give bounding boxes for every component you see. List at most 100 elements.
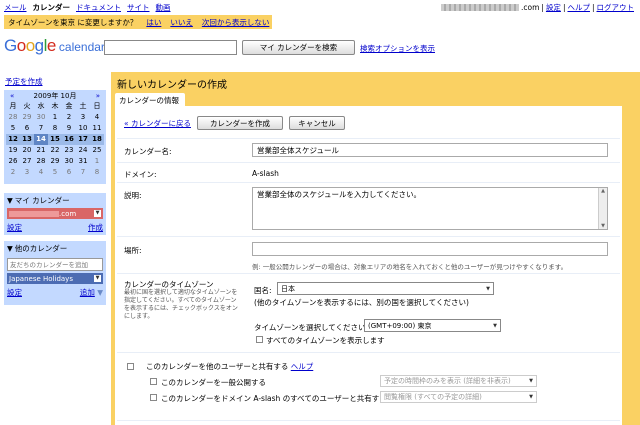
show-all-timezones-checkbox[interactable]	[256, 336, 263, 343]
description-scrollbar[interactable]: ▲ ▼	[598, 188, 607, 229]
day-cell[interactable]: 13	[20, 134, 34, 145]
day-cell[interactable]: 25	[90, 145, 104, 156]
nav-sites[interactable]: サイト	[127, 2, 150, 13]
timezone-yes-link[interactable]: はい	[146, 17, 161, 28]
description-textarea[interactable]: 営業部全体のスケジュールを入力してください。	[252, 187, 608, 230]
settings-link[interactable]: 設定	[546, 2, 561, 13]
my-calendars-header[interactable]: ▼ マイ カレンダー	[4, 193, 106, 208]
scroll-down-icon[interactable]: ▼	[601, 223, 605, 229]
day-cell[interactable]: 21	[34, 145, 48, 156]
day-cell[interactable]: 11	[90, 123, 104, 134]
day-cell[interactable]: 9	[62, 123, 76, 134]
day-cell[interactable]: 20	[20, 145, 34, 156]
my-calendars-panel: ▼ マイ カレンダー .com ▼ 設定 作成	[4, 193, 106, 235]
cancel-button[interactable]: キャンセル	[288, 116, 345, 130]
domain-share-checkbox[interactable]	[150, 394, 157, 401]
day-cell[interactable]: 4	[34, 167, 48, 178]
day-cell[interactable]: 3	[76, 112, 90, 123]
domain-permission-select[interactable]: 閲覧権限 (すべての予定の詳細) ▼	[380, 391, 537, 403]
day-cell[interactable]: 5	[48, 167, 62, 178]
share-help-link[interactable]: ヘルプ	[291, 362, 314, 371]
prev-month-button[interactable]: «	[10, 92, 14, 100]
timezone-select[interactable]: (GMT+09:00) 東京 ▼	[364, 319, 501, 332]
day-cell[interactable]: 19	[6, 145, 20, 156]
other-calendars-header[interactable]: ▼ 他のカレンダー	[4, 241, 106, 256]
chevron-down-icon[interactable]: ▼	[97, 288, 103, 297]
calendar-entry-name: .com	[9, 210, 76, 218]
minical-grid: 月火水木金土日 28 29 30 1 2 3 4 5 6 7 8 9 10 11 12 13 14 15 16 17 18…	[4, 101, 106, 178]
day-cell[interactable]: 29	[20, 112, 34, 123]
back-to-calendar-link[interactable]: « カレンダーに戻る	[124, 118, 191, 129]
day-cell[interactable]: 15	[48, 134, 62, 145]
my-calendars-settings-link[interactable]: 設定	[7, 222, 22, 233]
public-visibility-select[interactable]: 予定の時間枠のみを表示 (詳細を非表示) ▼	[380, 375, 537, 387]
day-cell[interactable]: 27	[20, 156, 34, 167]
chevron-down-icon[interactable]: ▼	[94, 210, 101, 217]
scroll-up-icon[interactable]: ▲	[601, 188, 605, 194]
day-cell[interactable]: 2	[62, 112, 76, 123]
calendar-name-input[interactable]: 営業部全体スケジュール	[252, 143, 608, 157]
timezone-no-link[interactable]: いいえ	[170, 17, 193, 28]
location-label: 場所:	[124, 246, 142, 255]
day-cell[interactable]: 18	[90, 134, 104, 145]
help-link[interactable]: ヘルプ	[567, 2, 590, 13]
day-cell[interactable]: 8	[90, 167, 104, 178]
day-cell[interactable]: 12	[6, 134, 20, 145]
search-options-link[interactable]: 検索オプションを表示	[360, 43, 435, 54]
day-cell[interactable]: 30	[62, 156, 76, 167]
day-cell[interactable]: 28	[6, 112, 20, 123]
other-calendars-settings-link[interactable]: 設定	[7, 287, 22, 298]
next-month-button[interactable]: »	[96, 92, 100, 100]
day-cell[interactable]: 6	[62, 167, 76, 178]
day-cell[interactable]: 16	[62, 134, 76, 145]
my-calendar-entry[interactable]: .com ▼	[7, 208, 103, 219]
logo-letter: o	[25, 36, 35, 55]
separator: |	[541, 3, 544, 12]
day-cell[interactable]: 5	[6, 123, 20, 134]
create-event-link[interactable]: 予定を作成	[5, 76, 43, 87]
timezone-never-link[interactable]: 次回から表示しない	[202, 17, 270, 28]
day-cell[interactable]: 10	[76, 123, 90, 134]
timezone-select-value: (GMT+09:00) 東京	[368, 321, 432, 330]
day-cell[interactable]: 1	[90, 156, 104, 167]
day-cell[interactable]: 30	[34, 112, 48, 123]
nav-mail[interactable]: メール	[4, 2, 27, 13]
day-cell[interactable]: 24	[76, 145, 90, 156]
day-cell[interactable]: 29	[48, 156, 62, 167]
other-calendars-add-link[interactable]: 追加	[80, 288, 95, 297]
day-cell[interactable]: 8	[48, 123, 62, 134]
day-cell[interactable]: 17	[76, 134, 90, 145]
search-button[interactable]: マイ カレンダーを検索	[242, 40, 355, 55]
day-cell[interactable]: 4	[90, 112, 104, 123]
google-calendar-logo[interactable]: Google calendar	[4, 36, 105, 56]
day-cell[interactable]: 7	[76, 167, 90, 178]
public-checkbox[interactable]	[150, 378, 157, 385]
nav-docs[interactable]: ドキュメント	[76, 2, 121, 13]
nav-video[interactable]: 動画	[156, 2, 171, 13]
day-cell[interactable]: 22	[48, 145, 62, 156]
day-cell[interactable]: 31	[76, 156, 90, 167]
day-cell[interactable]: 2	[6, 167, 20, 178]
day-cell[interactable]: 23	[62, 145, 76, 156]
country-label: 国名:	[254, 286, 272, 295]
day-cell[interactable]: 26	[6, 156, 20, 167]
day-cell[interactable]: 1	[48, 112, 62, 123]
other-calendar-entry[interactable]: Japanese Holidays ▼	[7, 273, 103, 284]
chevron-down-icon[interactable]: ▼	[94, 275, 101, 282]
day-cell[interactable]: 6	[20, 123, 34, 134]
tab-calendar-details[interactable]: カレンダーの情報	[115, 93, 185, 106]
location-input[interactable]	[252, 242, 608, 256]
day-cell[interactable]: 3	[20, 167, 34, 178]
my-calendars-create-link[interactable]: 作成	[88, 222, 103, 233]
day-cell[interactable]: 7	[34, 123, 48, 134]
add-friend-calendar-input[interactable]: 友だちのカレンダーを追加	[7, 258, 103, 271]
share-label-text: このカレンダーを他のユーザーと共有する	[146, 362, 289, 371]
country-select[interactable]: 日本 ▼	[277, 282, 494, 295]
day-cell[interactable]: 14	[34, 134, 48, 145]
share-checkbox[interactable]	[127, 363, 134, 370]
mini-calendar: « 2009年 10月 » 月火水木金土日 28 29 30 1 2 3 4 5 6 7 8 9 10 11…	[4, 90, 106, 184]
search-input[interactable]	[104, 40, 237, 55]
day-cell[interactable]: 28	[34, 156, 48, 167]
create-calendar-button[interactable]: カレンダーを作成	[196, 116, 283, 130]
logout-link[interactable]: ログアウト	[597, 2, 635, 13]
